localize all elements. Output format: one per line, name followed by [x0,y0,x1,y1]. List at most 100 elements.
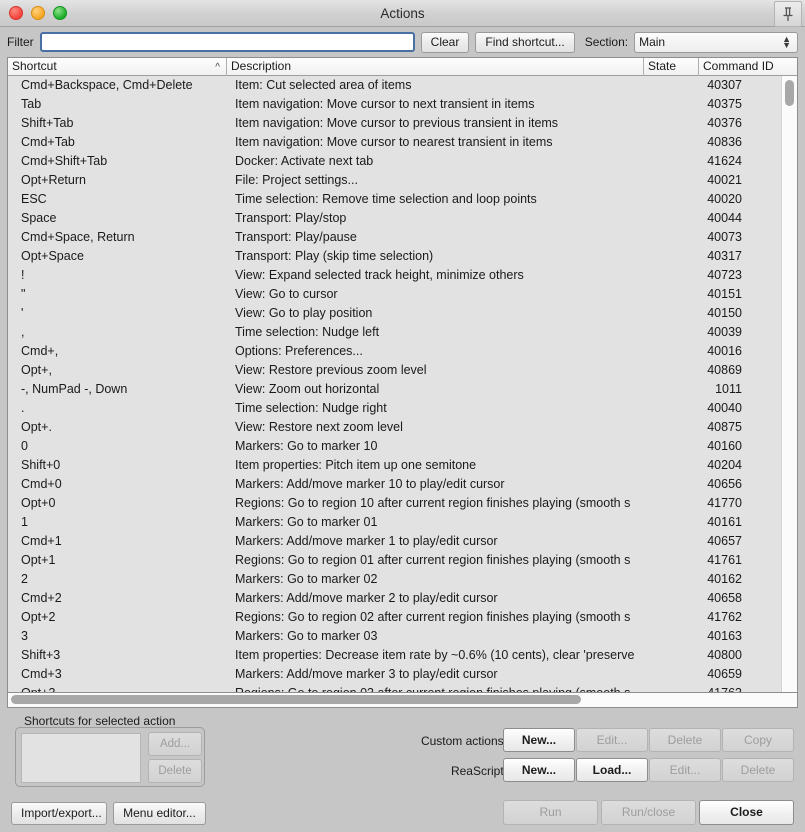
table-row[interactable]: ESCTime selection: Remove time selection… [8,190,797,209]
table-row[interactable]: Opt+.View: Restore next zoom level40875 [8,418,797,437]
cell-state [643,570,698,589]
cell-description: Markers: Add/move marker 10 to play/edit… [226,475,643,494]
column-header-state-label: State [648,59,676,73]
maximize-button[interactable] [53,6,67,20]
add-shortcut-button[interactable]: Add... [148,732,202,756]
cell-state [643,589,698,608]
table-row[interactable]: Cmd+2Markers: Add/move marker 2 to play/… [8,589,797,608]
table-header-row: Shortcut ^ Description State Command ID [8,58,797,76]
import-export-button[interactable]: Import/export... [11,802,107,825]
cell-shortcut: Opt+. [8,418,226,437]
cell-state [643,228,698,247]
column-header-state[interactable]: State [643,58,698,76]
table-row[interactable]: Cmd+3Markers: Add/move marker 3 to play/… [8,665,797,684]
horizontal-scrollbar-thumb[interactable] [11,695,581,704]
table-row[interactable]: TabItem navigation: Move cursor to next … [8,95,797,114]
table-row[interactable]: Opt+3Regions: Go to region 03 after curr… [8,684,797,692]
cell-state [643,304,698,323]
table-row[interactable]: "View: Go to cursor40151 [8,285,797,304]
section-dropdown[interactable]: Main ▲▼ [634,32,798,53]
table-row[interactable]: Shift+3Item properties: Decrease item ra… [8,646,797,665]
table-row[interactable]: Opt+,View: Restore previous zoom level40… [8,361,797,380]
cell-shortcut: Cmd+1 [8,532,226,551]
vertical-scrollbar[interactable] [781,76,797,692]
table-row[interactable]: .Time selection: Nudge right40040 [8,399,797,418]
actions-window: Actions Filter Clear Find shortcut... Se… [0,0,805,832]
close-button[interactable] [9,6,23,20]
table-row[interactable]: 0Markers: Go to marker 1040160 [8,437,797,456]
custom-actions-copy-button[interactable]: Copy [722,728,794,752]
cell-description: Transport: Play/pause [226,228,643,247]
cell-shortcut: Shift+0 [8,456,226,475]
column-header-shortcut-label: Shortcut [12,59,57,73]
custom-actions-edit-button[interactable]: Edit... [576,728,648,752]
cell-shortcut: . [8,399,226,418]
cell-description: Item navigation: Move cursor to nearest … [226,133,643,152]
pin-button[interactable] [774,1,802,27]
shortcuts-group-box: Add... Delete [15,727,205,787]
cell-state [643,190,698,209]
table-row[interactable]: ,Time selection: Nudge left40039 [8,323,797,342]
table-row[interactable]: Opt+2Regions: Go to region 02 after curr… [8,608,797,627]
cell-description: Transport: Play/stop [226,209,643,228]
cell-description: View: Go to cursor [226,285,643,304]
cell-state [643,152,698,171]
table-row[interactable]: Opt+SpaceTransport: Play (skip time sele… [8,247,797,266]
reascript-edit-button[interactable]: Edit... [649,758,721,782]
close-button-bottom[interactable]: Close [699,800,794,825]
table-row[interactable]: 1Markers: Go to marker 0140161 [8,513,797,532]
window-title: Actions [0,6,805,21]
custom-actions-new-button[interactable]: New... [503,728,575,752]
horizontal-scrollbar[interactable] [7,693,798,708]
window-controls [9,6,67,20]
shortcuts-group-title: Shortcuts for selected action [24,714,175,728]
menu-editor-button[interactable]: Menu editor... [113,802,206,825]
table-row[interactable]: Opt+0Regions: Go to region 10 after curr… [8,494,797,513]
column-header-shortcut[interactable]: Shortcut ^ [8,58,226,76]
find-shortcut-button[interactable]: Find shortcut... [475,32,574,53]
table-row[interactable]: Cmd+1Markers: Add/move marker 1 to play/… [8,532,797,551]
clear-button[interactable]: Clear [421,32,470,53]
table-row[interactable]: 2Markers: Go to marker 0240162 [8,570,797,589]
reascript-load-button[interactable]: Load... [576,758,648,782]
table-row[interactable]: Cmd+Shift+TabDocker: Activate next tab41… [8,152,797,171]
table-row[interactable]: Opt+1Regions: Go to region 01 after curr… [8,551,797,570]
table-row[interactable]: -, NumPad -, DownView: Zoom out horizont… [8,380,797,399]
table-row[interactable]: SpaceTransport: Play/stop40044 [8,209,797,228]
table-row[interactable]: Cmd+,Options: Preferences...40016 [8,342,797,361]
table-row[interactable]: Cmd+0Markers: Add/move marker 10 to play… [8,475,797,494]
minimize-button[interactable] [31,6,45,20]
cell-state [643,209,698,228]
table-body[interactable]: Cmd+Backspace, Cmd+DeleteItem: Cut selec… [8,76,797,692]
reascript-delete-button[interactable]: Delete [722,758,794,782]
selected-action-shortcuts-list[interactable] [21,733,141,783]
column-header-description[interactable]: Description [226,58,643,76]
table-row[interactable]: Shift+TabItem navigation: Move cursor to… [8,114,797,133]
table-row[interactable]: Cmd+TabItem navigation: Move cursor to n… [8,133,797,152]
pushpin-icon [781,6,795,22]
table-row[interactable]: 'View: Go to play position40150 [8,304,797,323]
cell-description: Options: Preferences... [226,342,643,361]
run-close-button[interactable]: Run/close [601,800,696,825]
filter-input[interactable] [40,32,415,52]
section-label: Section: [585,35,628,49]
table-row[interactable]: Opt+ReturnFile: Project settings...40021 [8,171,797,190]
cell-description: Markers: Go to marker 01 [226,513,643,532]
table-row[interactable]: Cmd+Space, ReturnTransport: Play/pause40… [8,228,797,247]
cell-description: File: Project settings... [226,171,643,190]
cell-shortcut: Opt+Space [8,247,226,266]
reascript-new-button[interactable]: New... [503,758,575,782]
run-button[interactable]: Run [503,800,598,825]
table-row[interactable]: !View: Expand selected track height, min… [8,266,797,285]
table-row[interactable]: Shift+0Item properties: Pitch item up on… [8,456,797,475]
cell-description: Transport: Play (skip time selection) [226,247,643,266]
table-row[interactable]: Cmd+Backspace, Cmd+DeleteItem: Cut selec… [8,76,797,95]
vertical-scrollbar-thumb[interactable] [785,80,794,106]
custom-actions-delete-button[interactable]: Delete [649,728,721,752]
cell-state [643,456,698,475]
cell-description: View: Expand selected track height, mini… [226,266,643,285]
table-row[interactable]: 3Markers: Go to marker 0340163 [8,627,797,646]
delete-shortcut-button[interactable]: Delete [148,759,202,783]
cell-state [643,437,698,456]
column-header-command-id[interactable]: Command ID [698,58,797,76]
